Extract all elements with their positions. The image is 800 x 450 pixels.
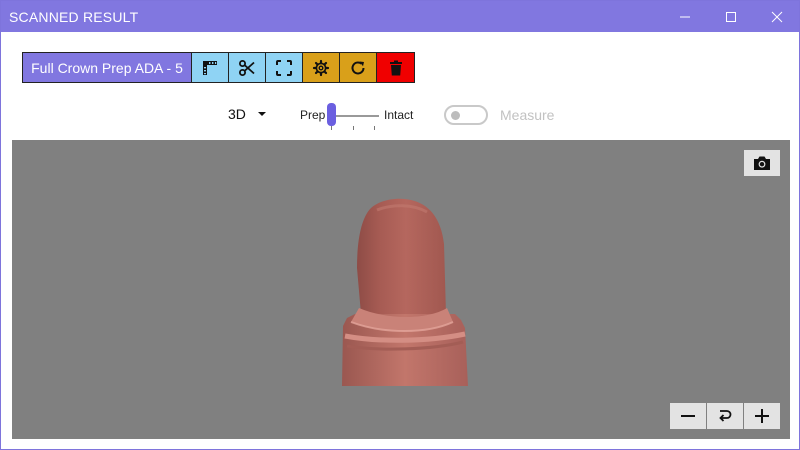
refresh-button[interactable] (340, 53, 377, 82)
plus-icon (755, 409, 769, 423)
view-mode-value: 3D (228, 106, 246, 122)
maximize-icon (726, 11, 736, 22)
measure-toggle[interactable] (444, 105, 488, 125)
3d-viewport[interactable] (12, 140, 790, 439)
slider-label-prep: Prep (300, 108, 326, 122)
minus-icon (681, 415, 695, 417)
zoom-in-button[interactable] (744, 403, 780, 429)
close-icon (771, 11, 783, 22)
zoom-controls (669, 403, 780, 429)
minimize-button[interactable] (662, 1, 708, 32)
title-bar[interactable]: SCANNED RESULT (1, 1, 799, 32)
scissors-icon (239, 59, 255, 76)
measure-label: Measure (500, 107, 555, 123)
tool-bar: Full Crown Prep ADA - 5 (22, 52, 415, 83)
ruler-icon (203, 60, 217, 75)
slider-tick (331, 126, 332, 130)
chevron-down-icon (257, 112, 266, 116)
cut-button[interactable] (229, 53, 266, 82)
prep-intact-slider-track[interactable] (331, 115, 379, 117)
tooth-prep-model[interactable] (337, 196, 472, 391)
reset-view-icon (719, 410, 732, 422)
refresh-icon (351, 60, 365, 74)
procedure-button[interactable]: Full Crown Prep ADA - 5 (23, 53, 192, 82)
camera-icon (754, 156, 770, 170)
close-button[interactable] (754, 1, 800, 32)
ruler-button[interactable] (192, 53, 229, 82)
view-controls: 3D Prep Intact Measure (1, 101, 800, 131)
prep-intact-slider-thumb[interactable] (327, 103, 336, 126)
gear-icon (312, 59, 330, 76)
view-mode-dropdown[interactable]: 3D (228, 106, 266, 122)
reset-view-button[interactable] (707, 403, 743, 429)
delete-button[interactable] (377, 53, 414, 82)
window-title: SCANNED RESULT (9, 9, 139, 25)
toggle-knob (451, 111, 460, 120)
slider-tick (353, 126, 354, 130)
scanned-result-window: SCANNED RESULT Full Crown Prep ADA - 5 3… (0, 0, 800, 450)
trash-icon (389, 60, 402, 75)
maximize-button[interactable] (708, 1, 754, 32)
minimize-icon (680, 16, 690, 17)
slider-label-intact: Intact (384, 108, 414, 122)
zoom-out-button[interactable] (670, 403, 706, 429)
screenshot-button[interactable] (744, 150, 780, 176)
settings-button[interactable] (303, 53, 340, 82)
slider-tick (374, 126, 375, 130)
crop-frame-button[interactable] (266, 53, 303, 82)
crop-frame-icon (276, 59, 292, 76)
